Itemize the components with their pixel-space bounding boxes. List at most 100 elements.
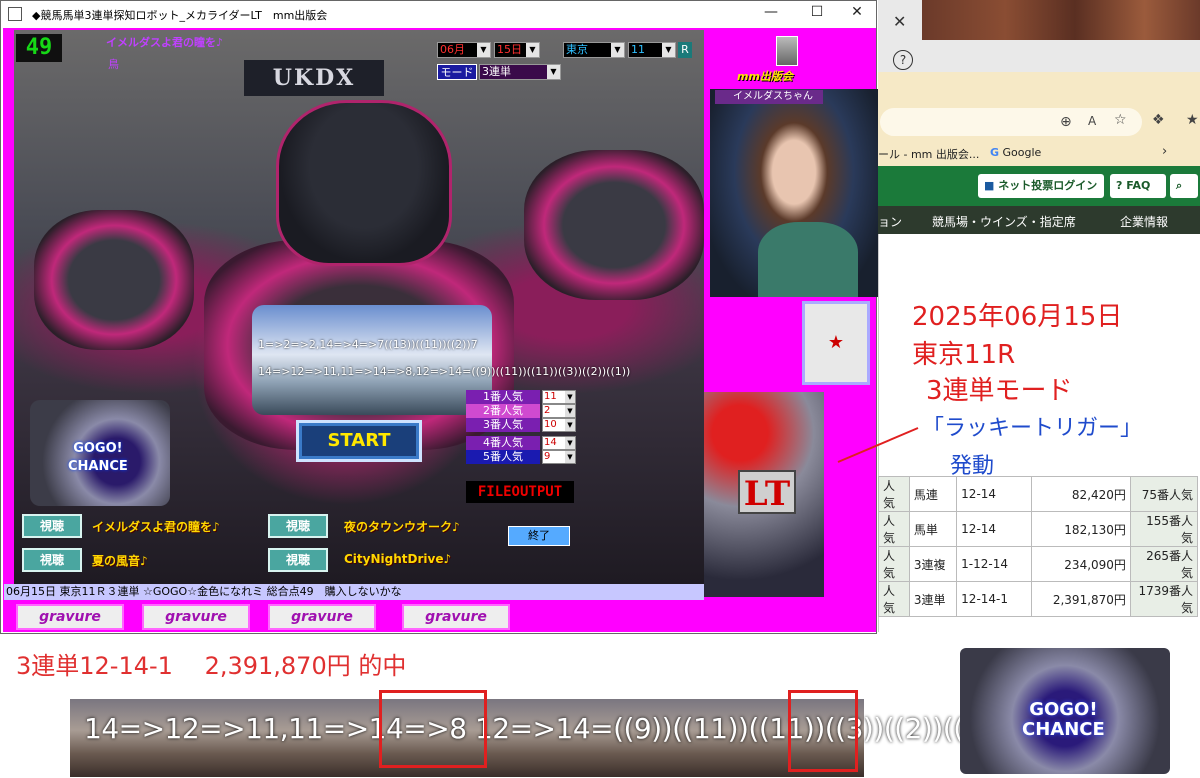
popularity-select[interactable]: 10 ▼	[542, 418, 576, 432]
song-title-1: イメルダスよ君の瞳を♪	[92, 520, 220, 534]
payout-popularity: 人気	[878, 581, 910, 617]
popularity-row: 2番人気 2 ▼	[466, 404, 576, 418]
payout-type: 3連単	[908, 581, 958, 617]
mode-label: モード	[437, 64, 477, 80]
popularity-label: 1番人気	[466, 390, 540, 404]
venue-select[interactable]: 東京 ▼	[563, 42, 625, 58]
gravure-button-2[interactable]: gravure	[142, 604, 250, 630]
payout-table: 人気 馬連 12-14 82,420円 75番人気 人気 馬単 12-14 182,130円 15…	[878, 476, 1199, 617]
day-select[interactable]: 15日 ▼	[494, 42, 540, 58]
publisher-label: mm出版会	[737, 70, 793, 83]
payout-type: 馬単	[908, 511, 958, 547]
robot-head	[276, 100, 452, 266]
portrait-jacket	[758, 222, 858, 297]
publisher-photo[interactable]	[776, 36, 798, 66]
address-bar[interactable]	[880, 108, 1142, 136]
payout-combo: 12-14	[956, 476, 1033, 512]
zoom-icon[interactable]: ⊕	[1060, 114, 1072, 130]
song-title-3: 夏の風音♪	[92, 554, 148, 568]
popularity-row: 5番人気 9 ▼	[466, 450, 576, 464]
net-vote-login-label: ネット投票ログイン	[998, 179, 1098, 192]
net-vote-login-button[interactable]: ■ ネット投票ログイン	[978, 174, 1104, 198]
chevron-down-icon: ▼	[565, 451, 575, 463]
listen-button-2[interactable]: 視聴	[268, 514, 328, 538]
file-output-button[interactable]: FILEOUTPUT	[466, 481, 574, 503]
gogo-chance-zoom-text: GOGO! CHANCE	[1022, 699, 1105, 740]
popularity-row: 3番人気 10 ▼	[466, 418, 576, 432]
gravure-button-3[interactable]: gravure	[268, 604, 376, 630]
popularity-select[interactable]: 14 ▼	[542, 436, 576, 450]
race-select[interactable]: 11 ▼	[628, 42, 676, 58]
path-line-1: 1=>2=>2,14=>4=>7((13))((11))((2))7	[258, 338, 478, 351]
app-icon[interactable]	[8, 7, 22, 21]
portrait-name-label: イメルダスちゃん	[715, 90, 823, 104]
chevron-down-icon: ▼	[526, 43, 539, 57]
table-row: 人気 3連複 1-12-14 234,090円 265番人気	[878, 546, 1199, 582]
scene-sign: UKDX	[244, 60, 384, 96]
gravure-button-1[interactable]: gravure	[16, 604, 124, 630]
exit-button[interactable]: 終了	[508, 526, 570, 546]
emblem-image[interactable]: ★	[802, 301, 870, 385]
browser-tab-strip	[878, 72, 1200, 102]
popularity-select[interactable]: 2 ▼	[542, 404, 576, 418]
popularity-select[interactable]: 11 ▼	[542, 390, 576, 404]
mode-select[interactable]: 3連単 ▼	[479, 64, 561, 80]
venue-value: 東京	[566, 43, 588, 56]
bookmark-google[interactable]: G Google	[990, 146, 1041, 159]
background-wallpaper	[922, 0, 1200, 40]
search-icon[interactable]: ⌕	[1170, 174, 1198, 198]
popularity-label: 3番人気	[466, 418, 540, 432]
race-value: 11	[631, 43, 645, 56]
robot-arm-right	[524, 150, 704, 300]
window-title: ◆競馬馬単3連単探知ロボット_メカライダーLT mm出版会	[32, 9, 328, 22]
chevron-down-icon: ▼	[565, 419, 575, 431]
annotation-mode: 3連単モード	[926, 376, 1073, 406]
popularity-row: 4番人気 14 ▼	[466, 436, 576, 450]
popularity-label: 2番人気	[466, 404, 540, 418]
payout-amount: 234,090円	[1031, 546, 1131, 582]
header-marker: 鳥	[108, 58, 119, 71]
extensions-icon[interactable]: ❖	[1152, 112, 1165, 128]
annotation-lucky-trigger: 「ラッキートリガー」	[922, 416, 1143, 441]
popularity-select[interactable]: 9 ▼	[542, 450, 576, 464]
chevron-down-icon: ▼	[565, 437, 575, 449]
highlight-box-1	[788, 690, 858, 772]
browser-close-icon[interactable]: ✕	[893, 12, 906, 31]
listen-button-4[interactable]: 視聴	[268, 548, 328, 572]
lt-logo: LT	[738, 470, 796, 514]
listen-button-1[interactable]: 視聴	[22, 514, 82, 538]
start-button[interactable]: START	[296, 420, 422, 462]
race-suffix: R	[678, 42, 692, 58]
payout-type: 3連複	[908, 546, 958, 582]
path-line-2: 14=>12=>11,11=>14=>8,12=>14=((9))((11))(…	[258, 365, 631, 378]
gogo-chance-text: GOGO! CHANCE	[68, 441, 128, 474]
payout-combo: 12-14-1	[956, 581, 1033, 617]
gravure-button-4[interactable]: gravure	[402, 604, 510, 630]
table-row: 人気 3連単 12-14-1 2,391,870円 1739番人気	[878, 581, 1199, 617]
listen-button-3[interactable]: 視聴	[22, 548, 82, 572]
favorite-star-icon[interactable]: ☆	[1114, 112, 1127, 128]
close-icon[interactable]: ✕	[842, 4, 872, 24]
read-aloud-icon[interactable]: A	[1088, 114, 1096, 128]
annotation-date: 2025年06月15日	[912, 302, 1123, 332]
nav-item-2[interactable]: 企業情報	[1120, 213, 1168, 230]
help-icon[interactable]: ?	[893, 50, 913, 70]
nav-item-0[interactable]: ョン	[878, 213, 902, 230]
popularity-value: 11	[544, 391, 557, 402]
minimize-icon[interactable]: —	[756, 4, 786, 24]
highlight-box-12-14	[379, 690, 487, 768]
nav-item-1[interactable]: 競馬場・ウインズ・指定席	[932, 213, 1076, 230]
popularity-value: 2	[544, 405, 551, 416]
faq-button[interactable]: ? FAQ	[1110, 174, 1166, 198]
faq-label: FAQ	[1126, 179, 1151, 192]
payout-combo: 1-12-14	[956, 546, 1033, 582]
mode-value: 3連単	[482, 65, 511, 78]
popularity-label: 5番人気	[466, 450, 540, 464]
payout-popularity: 人気	[878, 476, 910, 512]
bookmark-mm[interactable]: ール - mm 出版会...	[878, 146, 979, 162]
maximize-icon[interactable]: ☐	[802, 4, 832, 24]
chevron-right-icon[interactable]: ›	[1162, 144, 1167, 159]
month-select[interactable]: 06月 ▼	[437, 42, 491, 58]
popularity-row: 1番人気 11 ▼	[466, 390, 576, 404]
favorites-bar-icon[interactable]: ★	[1186, 112, 1199, 128]
